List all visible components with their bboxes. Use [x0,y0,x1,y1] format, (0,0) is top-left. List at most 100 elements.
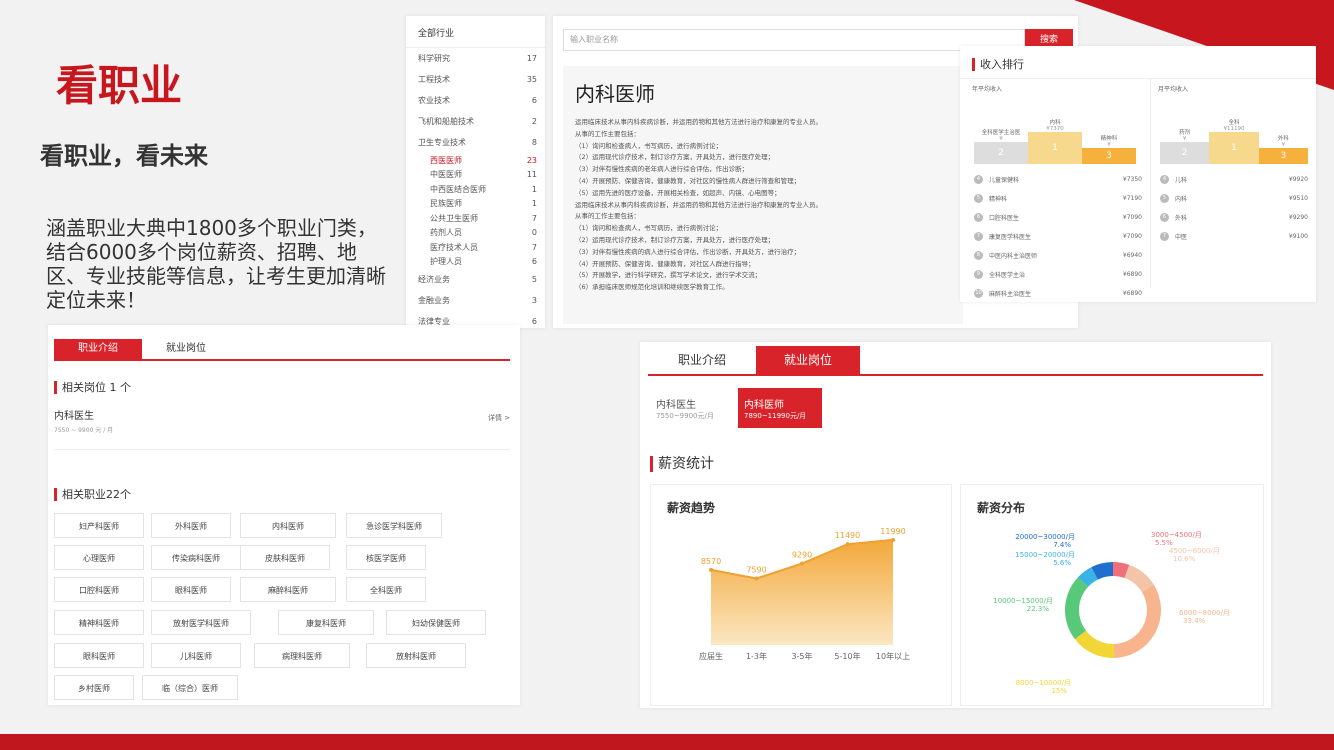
search-input[interactable]: 输入职业名称 [563,29,1025,51]
podium-block: 2 [1160,142,1210,164]
category-item[interactable]: 科学研究 17 [406,48,545,69]
subcategory-item[interactable]: 民族医师 1 [406,197,545,212]
tab-career-intro-2[interactable]: 职业介绍 [648,346,756,374]
subcategory-item[interactable]: 中西医结合医师 1 [406,182,545,197]
subcategory-label: 西医医师 [430,155,462,165]
career-tag[interactable]: 眼科医师 [54,643,144,668]
dist-card: 薪资分布 3000~4500/月 5.5% 4500~6000/月 10.6% 6000… [960,484,1264,706]
career-tag[interactable]: 心理医师 [54,545,144,570]
category-count: 5 [531,275,537,284]
career-tag[interactable]: 麻醉科医师 [240,577,336,602]
category-item[interactable]: 卫生专业技术 8 [406,132,545,153]
career-tag[interactable]: 外科医师 [151,513,231,538]
career-tag[interactable]: 妇幼保健医师 [386,610,486,635]
rank-value: ¥9100 [1288,233,1308,240]
post-card-2-range: 7890~11990元/月 [744,412,807,420]
career-tag[interactable]: 眼科医师 [151,577,231,602]
category-count: 6 [531,96,537,105]
career-tag[interactable]: 乡村医师 [54,675,134,700]
donut-slice-label: 4500~6000/月 [1169,547,1220,555]
rank-row[interactable]: 6 外科 ¥9290 [1160,208,1308,227]
category-item[interactable]: 工程技术 35 [406,69,545,90]
rank-row[interactable]: 5 精神科 ¥7190 [974,189,1142,208]
career-tag[interactable]: 妇产科医师 [54,513,144,538]
subcategory-count: 11 [526,170,537,180]
subcategory-label: 护理人员 [430,257,462,267]
career-tag[interactable]: 口腔科医师 [54,577,144,602]
career-tag[interactable]: 放射医学科医师 [151,610,251,635]
career-tag[interactable]: 放射科医师 [366,643,466,668]
jobs-panel: 职业介绍 就业岗位 相关岗位 1 个 内科医生 7550 ~ 9900 元 / … [48,325,520,705]
rank-row[interactable]: 8 中医内科主治医师 ¥6940 [974,246,1142,265]
subcategory-item[interactable]: 中医医师 11 [406,168,545,183]
career-tag[interactable]: 临（综合）医师 [142,675,238,700]
podium-column: 药剂 ¥2 [1160,128,1210,164]
subcategory-item[interactable]: 药剂人员 0 [406,226,545,241]
trend-point [800,561,804,566]
category-label: 经济业务 [418,275,450,284]
page-description: 涵盖职业大典中1800多个职业门类，结合6000多个岗位薪资、招聘、地区、专业技… [46,216,386,312]
podium-column: 外科 ¥3 [1258,134,1308,164]
income-rank-panel: 收入排行 年平均收入 月平均收入 全科医学主治医 ¥2 内科 ¥7370 1 精神科 ¥3 … [960,46,1316,302]
post-card-1[interactable]: 内科医生 7550~9900元/月 [650,388,736,428]
career-line: （3）对伴有慢性疾病的病人进行综合评估，作出诊断，开具处方，进行治疗； [575,247,801,256]
trend-point [754,576,759,581]
donut-slice [1113,584,1161,658]
career-tag[interactable]: 内科医师 [240,513,336,538]
page-title: 看职业 [56,61,183,110]
career-tag[interactable]: 精神科医师 [54,610,144,635]
trend-x-label: 1-3年 [746,651,767,661]
podium-column: 精神科 ¥3 [1082,134,1136,164]
subcategory-item[interactable]: 护理人员 6 [406,255,545,270]
trend-point [891,537,895,542]
rank-number: 10 [974,289,983,298]
podium-place: 3 [1280,151,1287,161]
rank-value: ¥7090 [1122,233,1142,240]
rank-row[interactable]: 5 内科 ¥9510 [1160,189,1308,208]
rank-row[interactable]: 6 口腔科医生 ¥7090 [974,208,1142,227]
category-label: 工程技术 [418,75,450,84]
career-tag[interactable]: 传染病科医师 [151,545,241,570]
podium-label: 药剂 [1179,130,1191,136]
rank-value: ¥7190 [1122,195,1142,202]
career-tag[interactable]: 核医学医师 [346,545,426,570]
rank-row[interactable]: 10 麻醉科主治医生 ¥6890 [974,284,1142,303]
career-tag[interactable]: 儿科医师 [151,643,241,668]
rank-row[interactable]: 7 中医 ¥9100 [1160,227,1308,246]
trend-point-label: 11490 [835,531,860,540]
career-tag[interactable]: 急诊医学科医师 [346,513,442,538]
career-line: （4）开展预防、保健咨询，健康教育，对社区人群进行指导； [575,259,755,268]
post-card-1-range: 7550~9900元/月 [656,412,714,420]
rank-name: 儿科 [1175,177,1188,184]
rank-name: 康复医学科医生 [989,234,1032,241]
subcategory-count: 6 [531,257,537,267]
rank-row[interactable]: 4 儿科 ¥9920 [1160,170,1308,189]
trend-point [709,567,713,572]
subcategory-item[interactable]: 公共卫生医师 7 [406,211,545,226]
career-tag[interactable]: 病理科医师 [254,643,350,668]
rank-number: 5 [1160,194,1169,203]
career-card: 内科医师 运用临床技术从事内科疾病诊断，并运用药物和其他方法进行治疗和康复的专业… [563,66,963,324]
subcategory-item[interactable]: 西医医师 23 [406,153,545,168]
career-line: （3）对伴有慢性疾病的老年病人进行综合评估，作出诊断； [575,165,749,174]
page-subtitle: 看职业，看未来 [40,142,208,170]
career-tag[interactable]: 全科医师 [346,577,426,602]
donut-slice-percent: 33.4% [1183,617,1206,625]
trend-x-label: 5-10年 [834,651,860,661]
rank-row[interactable]: 9 全科医学主治 ¥6890 [974,265,1142,284]
career-tag[interactable]: 皮肤科医师 [240,545,330,570]
post-card-2[interactable]: 内科医师 7890~11990元/月 [738,388,822,428]
rank-row[interactable]: 4 儿童保健科 ¥7350 [974,170,1142,189]
rank-name: 中医 [1175,234,1188,241]
category-item[interactable]: 经济业务 5 [406,269,545,290]
trend-point-label: 11990 [880,527,905,536]
tab-job-posts-2[interactable]: 就业岗位 [756,346,861,374]
category-item[interactable]: 金融业务 3 [406,290,545,311]
rank-row[interactable]: 7 康复医学科医生 ¥7090 [974,227,1142,246]
category-label: 卫生专业技术 [418,138,466,147]
category-item[interactable]: 飞机和船舶技术 2 [406,111,545,132]
category-item[interactable]: 农业技术 6 [406,90,545,111]
career-tag[interactable]: 康复科医师 [278,610,374,635]
category-count: 3 [531,296,537,305]
subcategory-item[interactable]: 医疗技术人员 7 [406,240,545,255]
